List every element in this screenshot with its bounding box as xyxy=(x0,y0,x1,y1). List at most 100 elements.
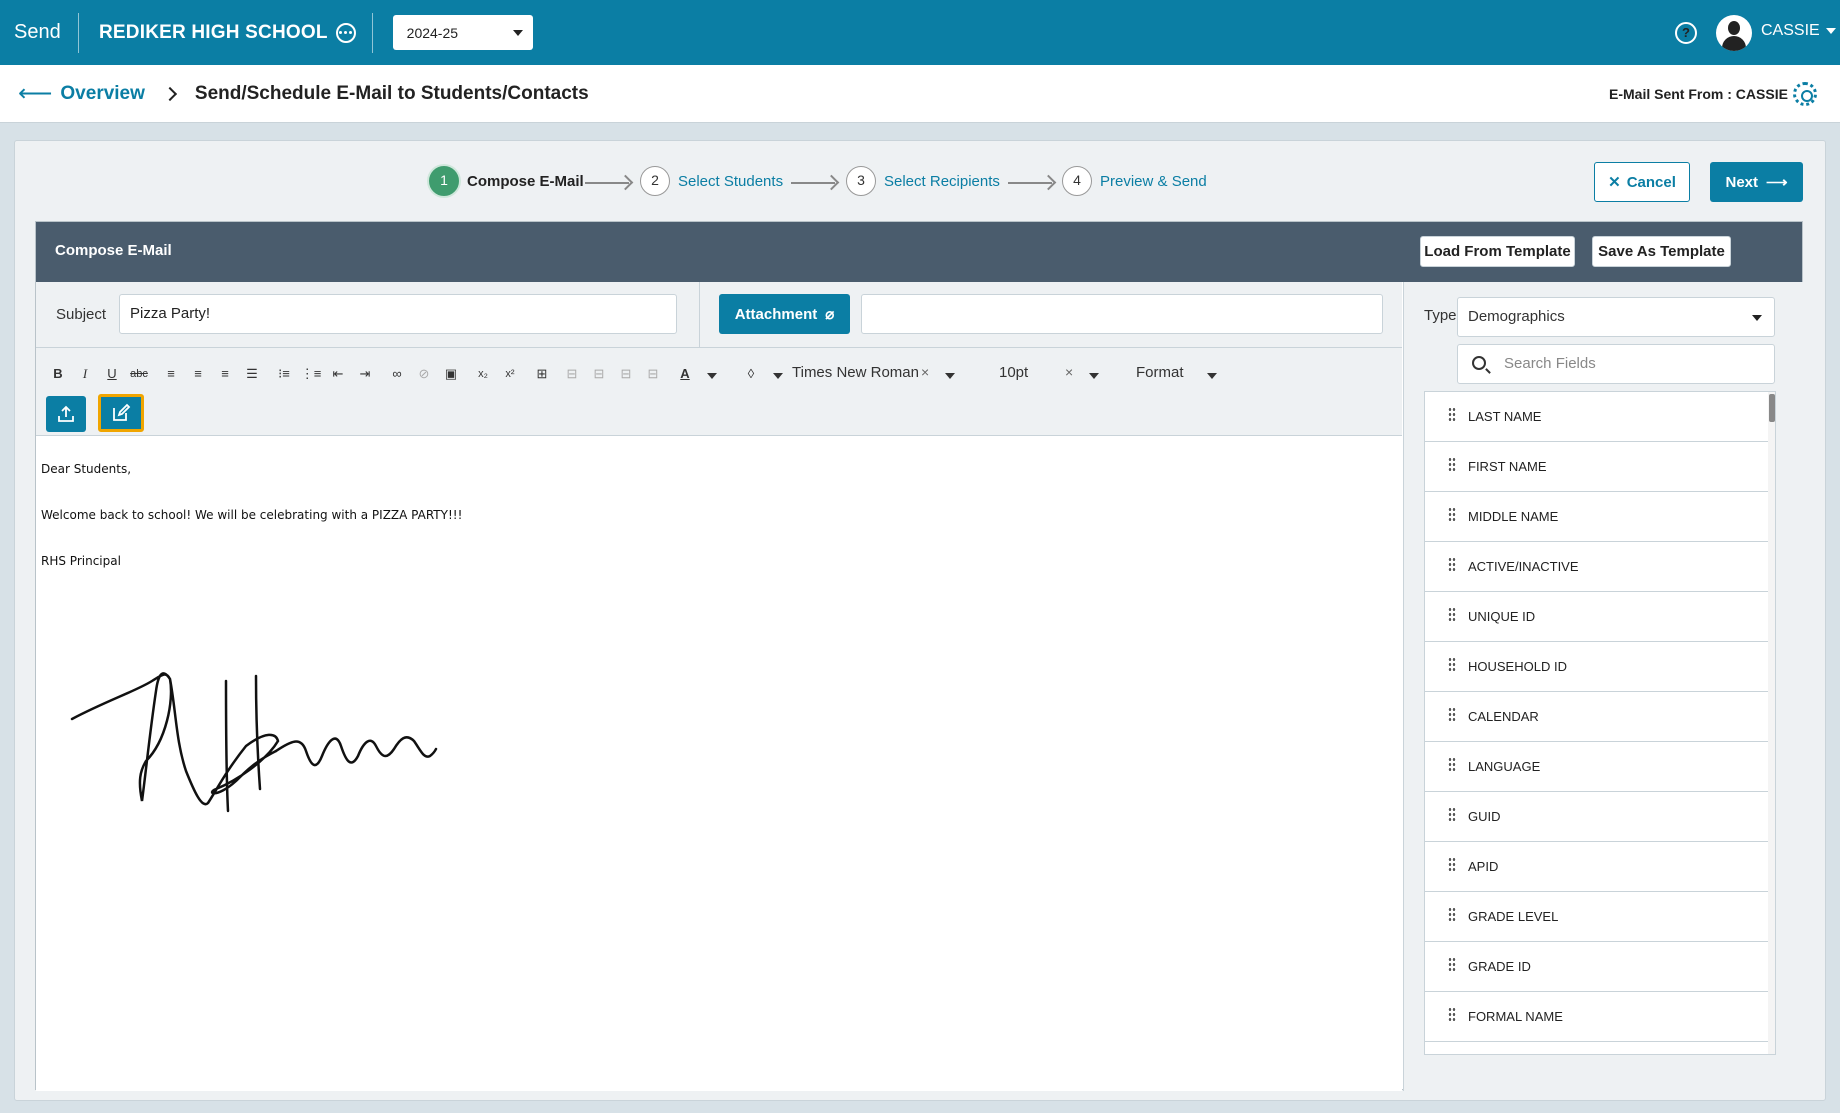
chevron-down-icon[interactable] xyxy=(945,373,955,379)
unlink-icon[interactable]: ⊘ xyxy=(412,362,436,386)
attachment-field[interactable] xyxy=(861,294,1383,334)
attachment-button[interactable]: Attachment ⌀ xyxy=(719,294,850,334)
arrow-left-icon[interactable]: ⟵ xyxy=(18,79,52,108)
align-center-icon[interactable]: ≡ xyxy=(186,362,210,386)
format-select[interactable]: Format xyxy=(1136,364,1184,381)
drag-handle-icon[interactable] xyxy=(1448,607,1456,621)
subject-input[interactable]: Pizza Party! xyxy=(119,294,677,334)
list-item[interactable]: UNIQUE ID xyxy=(1425,592,1768,642)
clear-font-family[interactable]: × xyxy=(921,364,929,380)
subscript-icon[interactable]: x₂ xyxy=(471,362,495,386)
next-button[interactable]: Next ⟶ xyxy=(1710,162,1803,202)
list-item[interactable]: LANGUAGE xyxy=(1425,742,1768,792)
body-text: Welcome back to school! We will be celeb… xyxy=(41,508,463,522)
list-item[interactable]: LAST NAME xyxy=(1425,392,1768,442)
table-delete-icon[interactable]: ⊟ xyxy=(641,362,665,386)
drag-handle-icon[interactable] xyxy=(1448,407,1456,421)
list-item[interactable]: GRADE LEVEL xyxy=(1425,892,1768,942)
list-item[interactable]: APID xyxy=(1425,842,1768,892)
gear-icon[interactable] xyxy=(1793,82,1817,106)
help-icon[interactable]: ? xyxy=(1675,22,1697,44)
font-size-select[interactable]: 10pt xyxy=(999,364,1028,381)
align-right-icon[interactable]: ≡ xyxy=(213,362,237,386)
list-item[interactable]: HOUSEHOLD ID xyxy=(1425,642,1768,692)
upload-button[interactable] xyxy=(46,396,86,432)
school-name[interactable]: REDIKER HIGH SCHOOL xyxy=(99,22,328,44)
list-item[interactable] xyxy=(1425,1042,1768,1054)
avatar[interactable] xyxy=(1716,15,1752,51)
drag-handle-icon[interactable] xyxy=(1448,907,1456,921)
list-item[interactable]: MIDDLE NAME xyxy=(1425,492,1768,542)
chevron-down-icon[interactable] xyxy=(707,373,717,379)
table-merge-icon[interactable]: ⊟ xyxy=(614,362,638,386)
table-row-icon[interactable]: ⊟ xyxy=(560,362,584,386)
email-body-editor[interactable]: Dear Students, Welcome back to school! W… xyxy=(36,436,1402,1091)
table-column-icon[interactable]: ⊟ xyxy=(587,362,611,386)
clear-font-size[interactable]: × xyxy=(1065,364,1073,380)
bullet-list-icon[interactable]: ⁝≡ xyxy=(272,362,296,386)
indent-icon[interactable]: ⇥ xyxy=(353,362,377,386)
drag-handle-icon[interactable] xyxy=(1448,557,1456,571)
cancel-button[interactable]: ✕ Cancel xyxy=(1594,162,1690,202)
drag-handle-icon[interactable] xyxy=(1448,1007,1456,1021)
arrow-right-icon xyxy=(585,182,629,184)
editor-toolbar: B I U abc ≡ ≡ ≡ ☰ ⁝≡ ⋮≡ ⇤ ⇥ ∞ ⊘ ▣ x₂ x² … xyxy=(36,348,1402,436)
signature-button[interactable] xyxy=(98,394,144,432)
scrollbar-thumb[interactable] xyxy=(1769,394,1775,422)
link-icon[interactable]: ∞ xyxy=(385,362,409,386)
user-name: CASSIE xyxy=(1761,22,1820,39)
font-family-select[interactable]: Times New Roman xyxy=(792,364,919,381)
drag-handle-icon[interactable] xyxy=(1448,457,1456,471)
image-icon[interactable]: ▣ xyxy=(439,362,463,386)
text-color-icon[interactable]: A xyxy=(673,362,697,386)
list-item[interactable]: GUID xyxy=(1425,792,1768,842)
list-item[interactable]: FIRST NAME xyxy=(1425,442,1768,492)
bold-icon[interactable]: B xyxy=(46,362,70,386)
save-template-button[interactable]: Save As Template xyxy=(1592,236,1731,267)
drag-handle-icon[interactable] xyxy=(1448,857,1456,871)
school-year-select[interactable]: 2024-25 xyxy=(392,15,533,50)
drag-handle-icon[interactable] xyxy=(1448,707,1456,721)
sent-from-label: E-Mail Sent From : xyxy=(1609,86,1732,102)
chevron-down-icon xyxy=(1752,315,1762,321)
step-preview-send[interactable]: 4 Preview & Send xyxy=(1062,166,1207,196)
step-label: Preview & Send xyxy=(1100,172,1207,190)
highlight-color-icon[interactable]: ◊ xyxy=(739,362,763,386)
breadcrumb-overview[interactable]: Overview xyxy=(60,83,145,105)
list-item[interactable]: CALENDAR xyxy=(1425,692,1768,742)
chevron-down-icon[interactable] xyxy=(1207,373,1217,379)
top-bar: Send REDIKER HIGH SCHOOL 2024-25 xyxy=(0,0,1840,65)
scrollbar[interactable] xyxy=(1768,392,1775,1054)
step-select-students[interactable]: 2 Select Students xyxy=(640,166,783,196)
search-fields-input[interactable]: Search Fields xyxy=(1457,344,1775,384)
chevron-down-icon[interactable] xyxy=(1089,373,1099,379)
chevron-down-icon[interactable] xyxy=(773,373,783,379)
more-options-icon[interactable] xyxy=(335,22,356,43)
divider xyxy=(699,282,700,348)
italic-icon[interactable]: I xyxy=(73,362,97,386)
subject-label: Subject xyxy=(56,306,107,323)
list-item[interactable]: FORMAL NAME xyxy=(1425,992,1768,1042)
numbered-list-icon[interactable]: ⋮≡ xyxy=(299,362,323,386)
step-select-recipients[interactable]: 3 Select Recipients xyxy=(846,166,1000,196)
table-icon[interactable]: ⊞ xyxy=(530,362,554,386)
underline-icon[interactable]: U xyxy=(100,362,124,386)
list-item[interactable]: ACTIVE/INACTIVE xyxy=(1425,542,1768,592)
type-select[interactable]: Demographics xyxy=(1457,297,1775,337)
drag-handle-icon[interactable] xyxy=(1448,757,1456,771)
app-title[interactable]: Send xyxy=(0,21,78,44)
fields-panel: Type Demographics Search Fields LAST NAM… xyxy=(1403,282,1804,1091)
list-item[interactable]: GRADE ID xyxy=(1425,942,1768,992)
drag-handle-icon[interactable] xyxy=(1448,657,1456,671)
step-compose[interactable]: 1 Compose E-Mail xyxy=(429,166,584,196)
drag-handle-icon[interactable] xyxy=(1448,807,1456,821)
outdent-icon[interactable]: ⇤ xyxy=(326,362,350,386)
align-left-icon[interactable]: ≡ xyxy=(159,362,183,386)
drag-handle-icon[interactable] xyxy=(1448,507,1456,521)
load-template-button[interactable]: Load From Template xyxy=(1420,236,1575,267)
superscript-icon[interactable]: x² xyxy=(498,362,522,386)
drag-handle-icon[interactable] xyxy=(1448,957,1456,971)
strikethrough-icon[interactable]: abc xyxy=(127,362,151,386)
align-justify-icon[interactable]: ☰ xyxy=(240,362,264,386)
user-menu[interactable]: CASSIE xyxy=(1761,22,1836,40)
